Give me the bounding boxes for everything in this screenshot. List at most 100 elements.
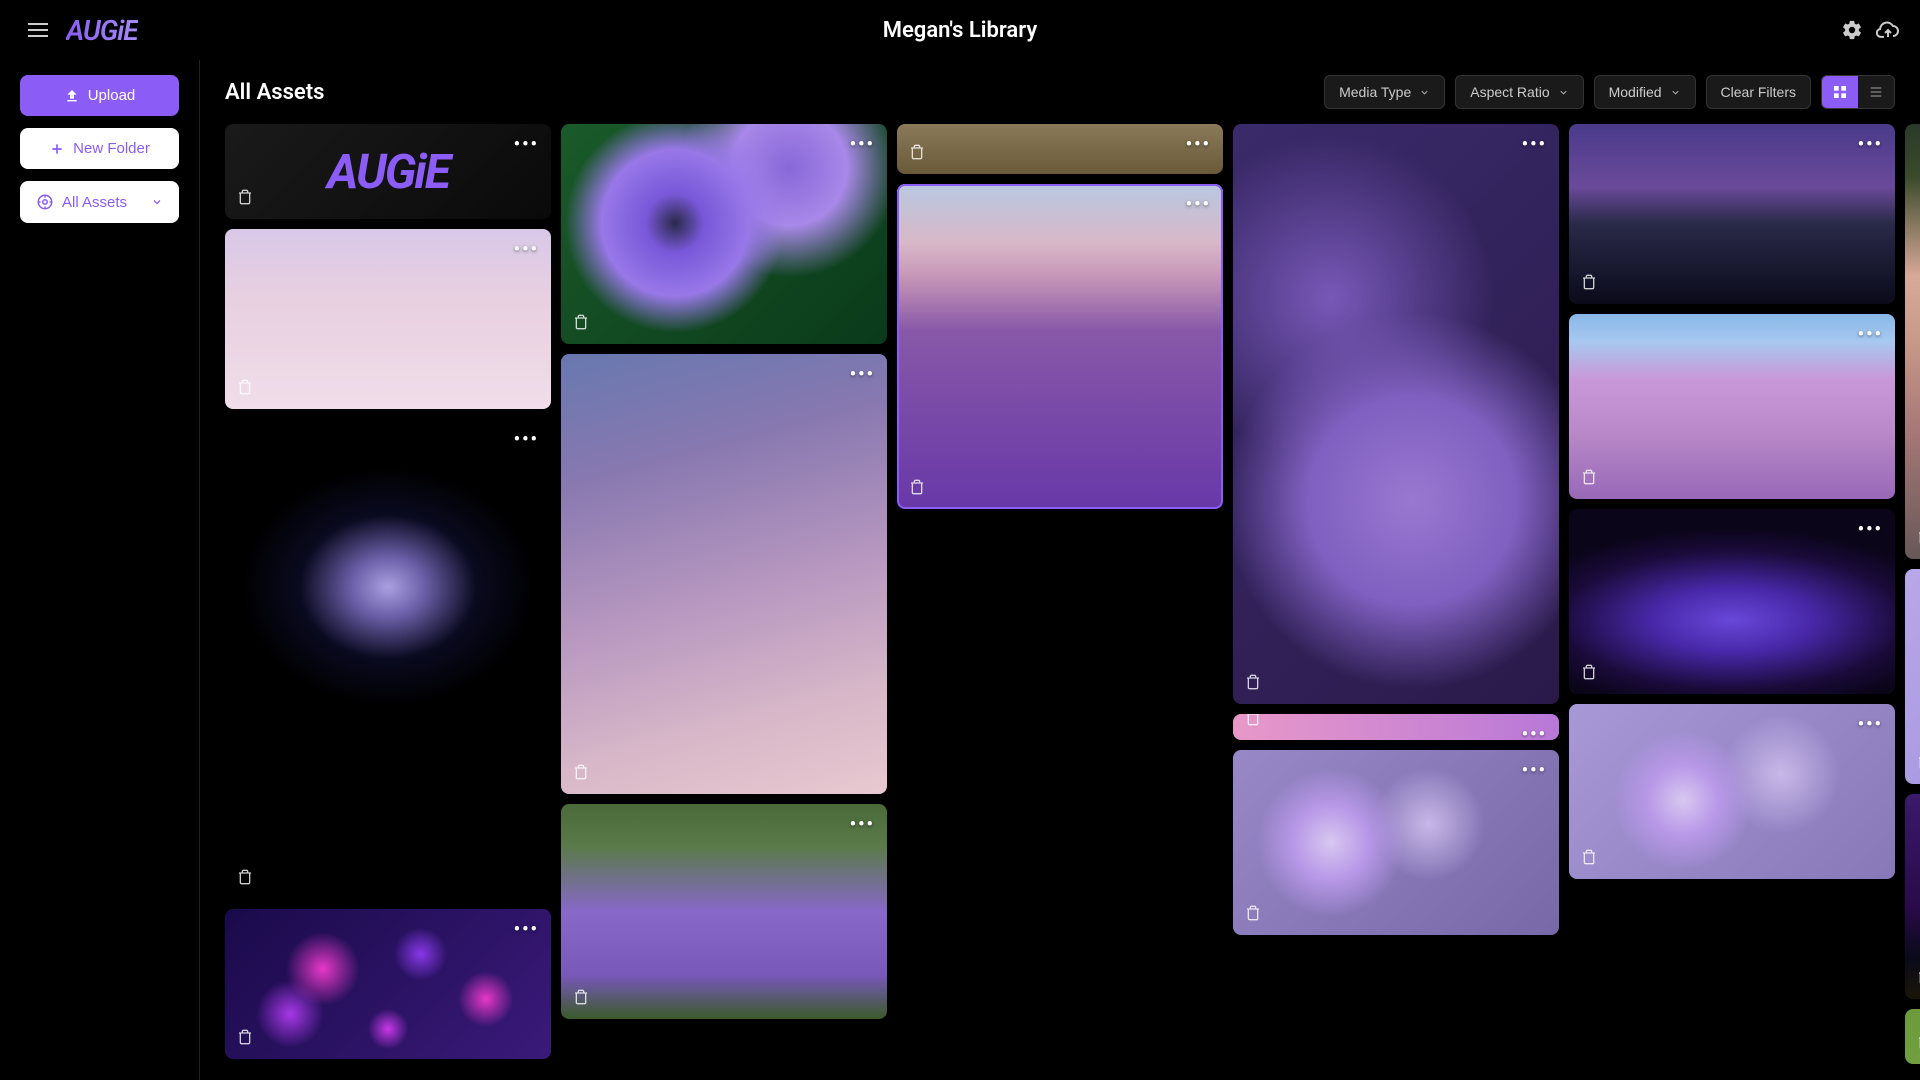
list-view-button[interactable]	[1858, 76, 1894, 108]
more-icon[interactable]: •••	[1522, 134, 1547, 155]
view-toggle	[1821, 75, 1895, 109]
asset-card[interactable]: •••	[561, 124, 887, 344]
menu-icon	[28, 23, 48, 25]
header: AUGiE Megan's Library	[0, 0, 1920, 60]
asset-card[interactable]: •••	[1905, 569, 1920, 784]
asset-thumbnail	[1233, 124, 1559, 704]
upload-button[interactable]: Upload	[20, 75, 179, 116]
assets-icon	[36, 193, 54, 211]
all-assets-dropdown[interactable]: All Assets	[20, 181, 179, 223]
menu-button[interactable]	[20, 15, 56, 45]
delete-icon[interactable]	[573, 764, 589, 784]
cloud-button[interactable]	[1876, 18, 1900, 42]
more-icon[interactable]: •••	[514, 919, 539, 940]
asset-card[interactable]: •••	[225, 419, 551, 899]
asset-card[interactable]: AUGiE•••	[225, 124, 551, 219]
more-icon[interactable]: •••	[1522, 760, 1547, 781]
more-icon[interactable]: •••	[1186, 194, 1211, 215]
more-icon[interactable]: •••	[514, 429, 539, 450]
more-icon[interactable]: •••	[514, 134, 539, 155]
toolbar: All Assets Media Type Aspect Ratio Modif…	[225, 75, 1895, 109]
more-icon[interactable]: •••	[1858, 519, 1883, 540]
header-actions	[1840, 18, 1900, 42]
modified-filter[interactable]: Modified	[1594, 75, 1696, 109]
upload-icon	[64, 88, 80, 104]
clear-filters-button[interactable]: Clear Filters	[1706, 75, 1811, 109]
asset-card[interactable]: •••	[225, 229, 551, 409]
asset-thumbnail	[1233, 750, 1559, 935]
more-icon[interactable]: •••	[1858, 714, 1883, 735]
toolbar-right: Media Type Aspect Ratio Modified Clear F…	[1324, 75, 1895, 109]
asset-card[interactable]: •••	[1905, 794, 1920, 999]
gear-icon	[1841, 19, 1863, 41]
asset-thumbnail: AUGiE	[225, 124, 551, 219]
asset-card[interactable]: •••	[1569, 314, 1895, 499]
more-icon[interactable]: •••	[1858, 324, 1883, 345]
more-icon[interactable]: •••	[850, 814, 875, 835]
delete-icon[interactable]	[1245, 714, 1261, 730]
delete-icon[interactable]	[1245, 905, 1261, 925]
upload-label: Upload	[88, 87, 136, 104]
chevron-down-icon	[1558, 87, 1569, 98]
delete-icon[interactable]	[1581, 469, 1597, 489]
asset-card[interactable]: •••	[1905, 124, 1920, 559]
delete-icon[interactable]	[1581, 849, 1597, 869]
asset-card[interactable]: •••	[1233, 750, 1559, 935]
asset-thumbnail	[1905, 569, 1920, 784]
asset-card[interactable]: •••	[561, 354, 887, 794]
asset-card[interactable]: •••	[1569, 509, 1895, 694]
delete-icon[interactable]	[1581, 274, 1597, 294]
asset-thumbnail	[225, 229, 551, 409]
asset-card[interactable]: •••	[1233, 124, 1559, 704]
new-folder-label: New Folder	[73, 140, 150, 157]
asset-thumbnail	[1569, 124, 1895, 304]
new-folder-button[interactable]: New Folder	[20, 128, 179, 169]
asset-thumbnail	[1569, 314, 1895, 499]
all-assets-label: All Assets	[62, 194, 127, 211]
more-icon[interactable]: •••	[1186, 134, 1211, 155]
asset-thumbnail	[561, 354, 887, 794]
media-type-filter[interactable]: Media Type	[1324, 75, 1445, 109]
asset-thumbnail	[225, 419, 551, 899]
settings-button[interactable]	[1840, 18, 1864, 42]
delete-icon[interactable]	[237, 379, 253, 399]
chevron-down-icon	[1670, 87, 1681, 98]
delete-icon[interactable]	[1245, 674, 1261, 694]
asset-grid: AUGiE•••••••••••••••••••••••••••••••••••…	[225, 124, 1895, 1064]
delete-icon[interactable]	[237, 1029, 253, 1049]
asset-card[interactable]: •••	[897, 124, 1223, 174]
asset-thumbnail	[897, 184, 1223, 509]
asset-thumbnail	[1569, 704, 1895, 879]
delete-icon[interactable]	[573, 314, 589, 334]
grid-icon	[1832, 84, 1848, 100]
delete-icon[interactable]	[237, 189, 253, 209]
delete-icon[interactable]	[237, 869, 253, 889]
logo[interactable]: AUGiE	[66, 14, 138, 47]
chevron-down-icon	[151, 196, 163, 208]
asset-card[interactable]: •••	[561, 804, 887, 1019]
layout: Upload New Folder All Assets All Assets …	[0, 60, 1920, 1080]
grid-view-button[interactable]	[1822, 76, 1858, 108]
more-icon[interactable]: •••	[1858, 134, 1883, 155]
asset-card[interactable]: •••	[1233, 714, 1559, 740]
asset-thumbnail	[225, 909, 551, 1059]
asset-card[interactable]: •••	[1569, 704, 1895, 879]
list-icon	[1868, 84, 1884, 100]
asset-card[interactable]: •••	[897, 184, 1223, 509]
main: All Assets Media Type Aspect Ratio Modif…	[200, 60, 1920, 1080]
page-title: Megan's Library	[883, 18, 1038, 43]
delete-icon[interactable]	[909, 144, 925, 164]
asset-thumbnail	[897, 124, 1223, 174]
more-icon[interactable]: •••	[850, 364, 875, 385]
more-icon[interactable]: •••	[1522, 724, 1547, 740]
delete-icon[interactable]	[909, 479, 925, 499]
more-icon[interactable]: •••	[850, 134, 875, 155]
asset-thumbnail	[1569, 509, 1895, 694]
delete-icon[interactable]	[573, 989, 589, 1009]
asset-card[interactable]: •••	[225, 909, 551, 1059]
asset-card[interactable]: •••	[1905, 1009, 1920, 1064]
aspect-ratio-filter[interactable]: Aspect Ratio	[1455, 75, 1583, 109]
asset-card[interactable]: •••	[1569, 124, 1895, 304]
delete-icon[interactable]	[1581, 664, 1597, 684]
more-icon[interactable]: •••	[514, 239, 539, 260]
